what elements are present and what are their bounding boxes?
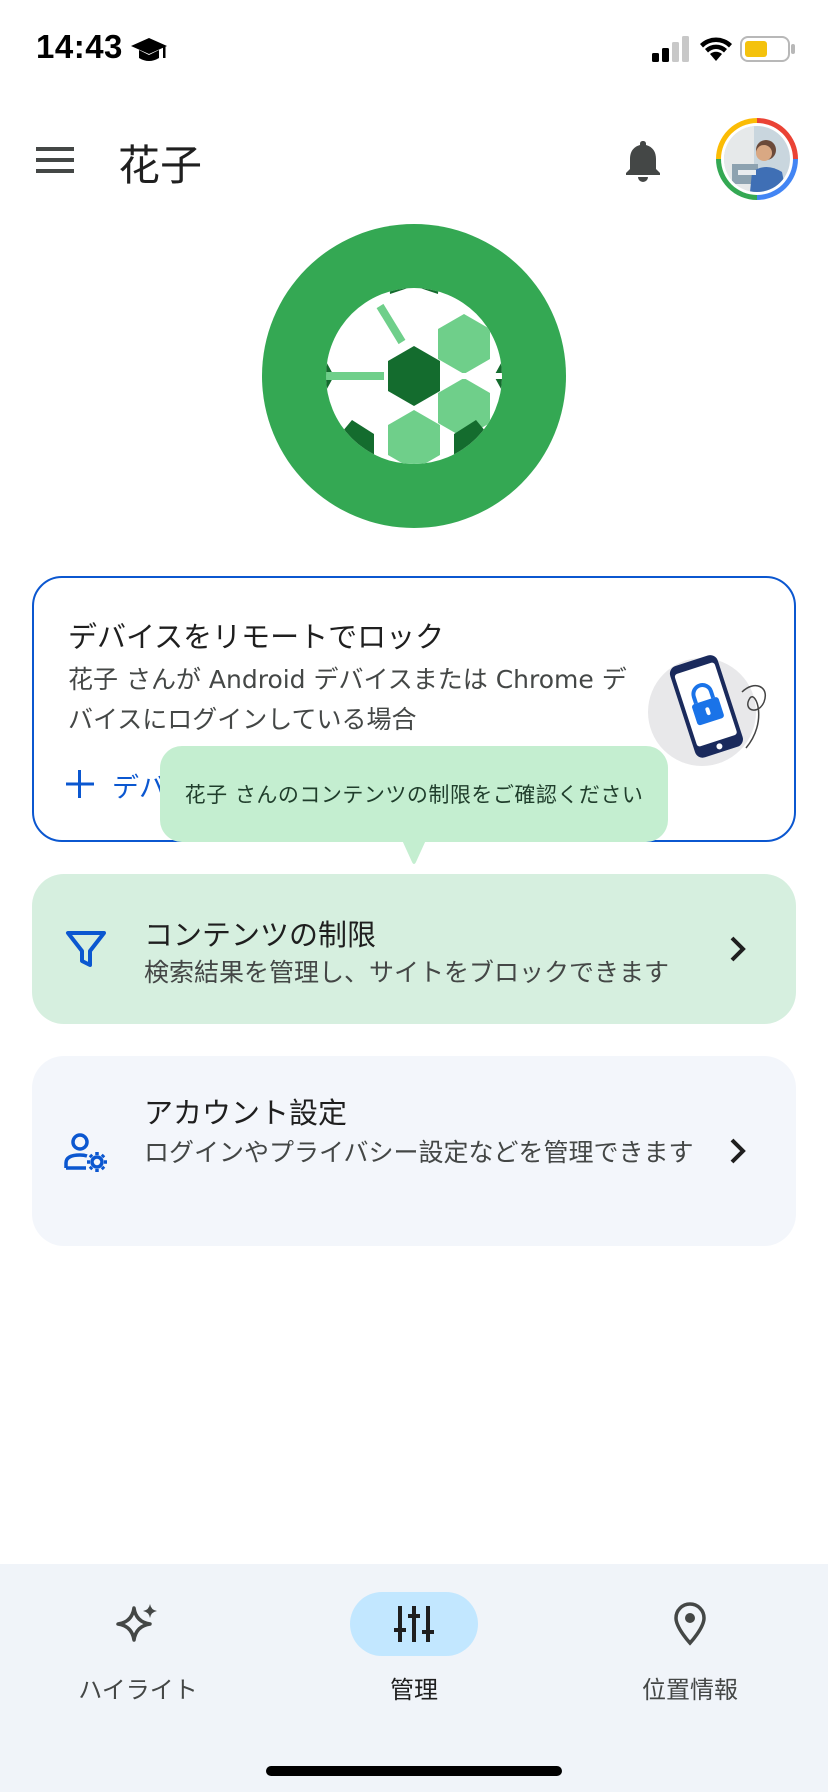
content-restrictions-subtitle: 検索結果を管理し、サイトをブロックできます	[144, 958, 670, 987]
avatar[interactable]	[716, 118, 798, 200]
content-restrictions-row[interactable]: コンテンツの制限 検索結果を管理し、サイトをブロックできます	[32, 874, 796, 1024]
content-restrictions-title: コンテンツの制限	[144, 918, 377, 952]
lock-card-description: 花子 さんが Android デバイスまたは Chrome デバイスにログインし…	[68, 665, 627, 734]
graduation-cap-icon	[131, 38, 167, 61]
nav-item-location[interactable]: 位置情報	[590, 1592, 790, 1704]
avatar-photo	[724, 126, 790, 192]
avatar-frame	[721, 123, 793, 195]
nav-label-location: 位置情報	[642, 1676, 738, 1704]
location-pin-icon	[674, 1602, 706, 1646]
plus-icon	[66, 770, 94, 798]
filter-icon	[66, 931, 106, 967]
soccer-ball-icon	[262, 224, 566, 528]
bottom-navigation: ハイライト 管理 位置情報	[0, 1564, 828, 1792]
nav-item-manage[interactable]: 管理	[314, 1592, 514, 1704]
nav-label-manage: 管理	[390, 1676, 438, 1704]
lock-card-title: デバイスをリモートでロック	[68, 620, 445, 654]
status-time: 14:43	[36, 28, 123, 65]
hamburger-menu-icon[interactable]	[34, 140, 76, 180]
sparkle-icon	[116, 1604, 157, 1642]
locked-phone-illustration	[648, 655, 767, 766]
chevron-right-icon	[730, 1138, 746, 1164]
page-title: 花子	[118, 141, 203, 190]
bell-icon[interactable]	[620, 136, 666, 184]
tune-sliders-icon	[394, 1606, 434, 1642]
cellular-signal-icon	[652, 36, 689, 62]
app-bar: 花子	[0, 110, 828, 210]
account-settings-title: アカウント設定	[144, 1096, 348, 1130]
home-indicator	[266, 1766, 562, 1776]
tooltip-arrow	[402, 840, 426, 864]
manage-account-icon	[64, 1133, 107, 1172]
phone-screen: 14:43 花子 デバイスをリモートでロック 花子 さんが Android デバ…	[0, 0, 828, 1792]
account-settings-subtitle: ログインやプライバシー設定などを管理できます	[144, 1138, 694, 1167]
battery-icon	[740, 36, 795, 62]
account-settings-row[interactable]: アカウント設定 ログインやプライバシー設定などを管理できます	[32, 1056, 796, 1246]
status-bar: 14:43	[0, 0, 828, 100]
wifi-icon	[700, 37, 732, 61]
content-restrictions-tooltip: 花子 さんのコンテンツの制限をご確認ください	[160, 746, 668, 842]
chevron-right-icon	[730, 936, 746, 962]
nav-label-highlights: ハイライト	[78, 1676, 198, 1704]
nav-item-highlights[interactable]: ハイライト	[38, 1592, 238, 1704]
